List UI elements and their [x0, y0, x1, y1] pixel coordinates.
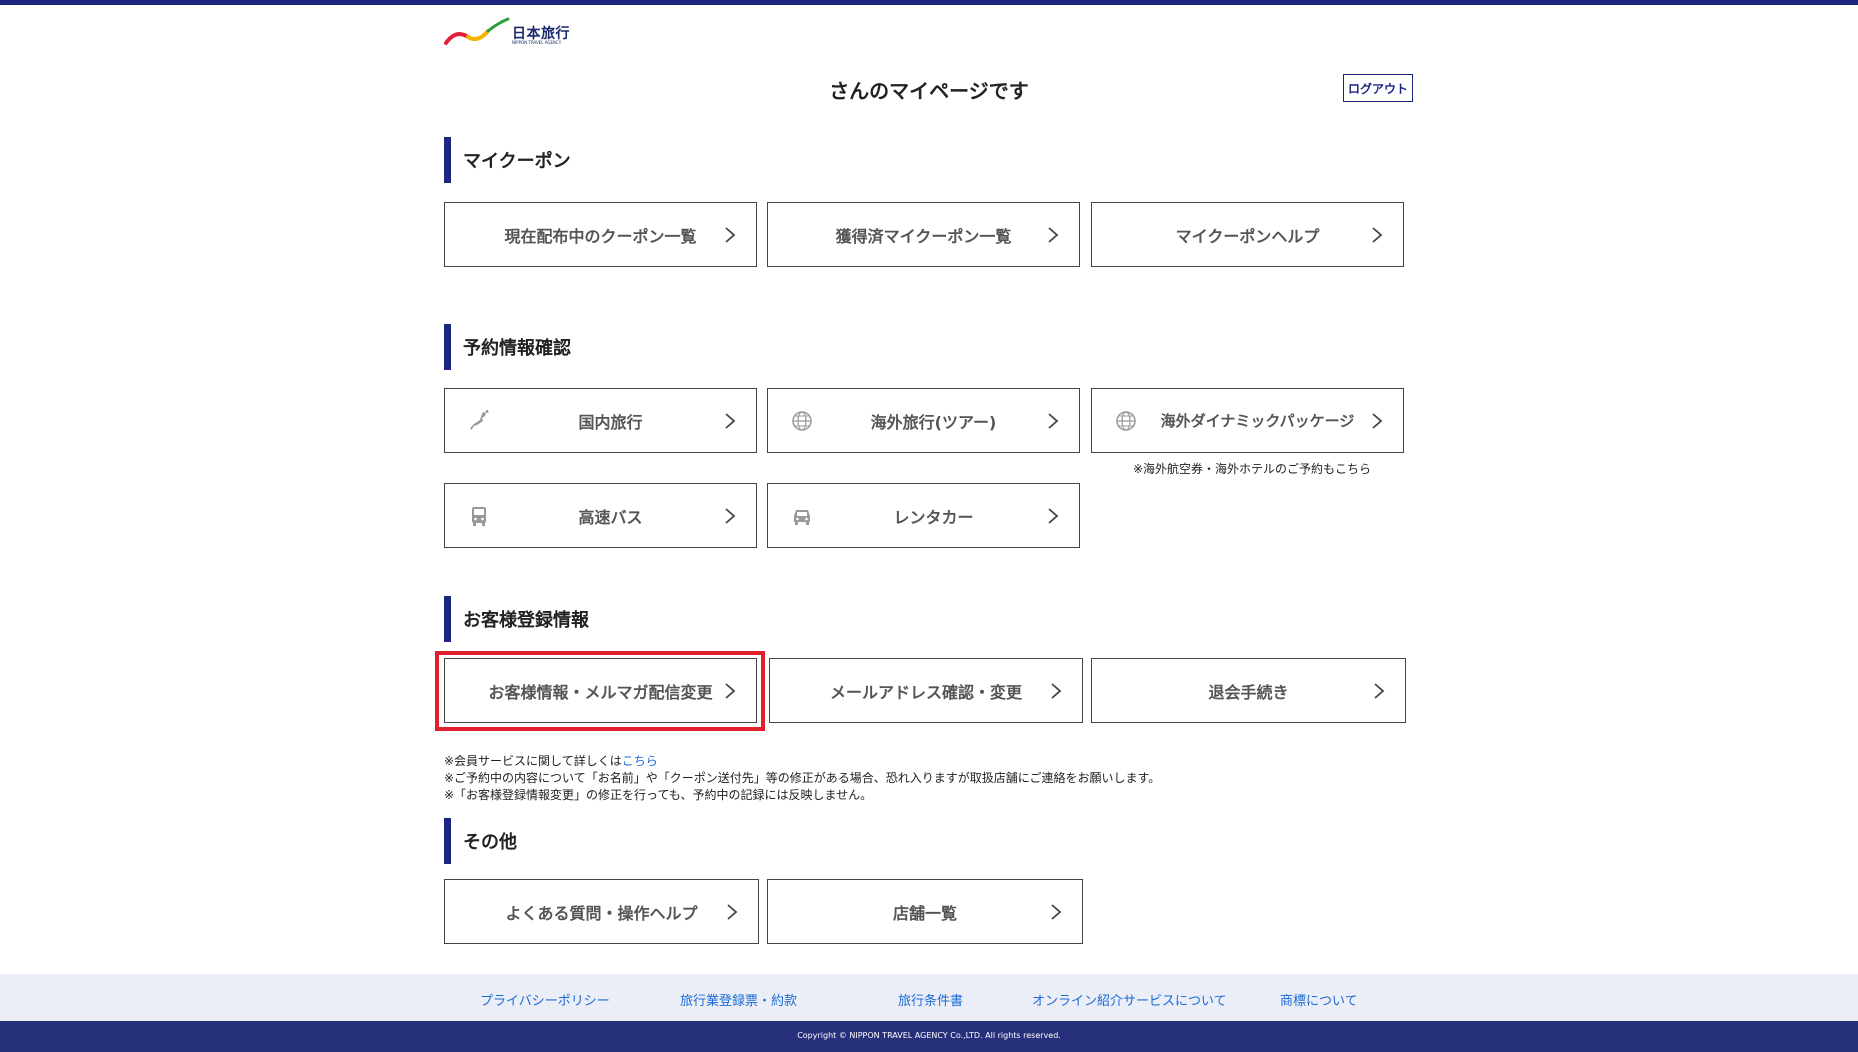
rental-car-button[interactable]: レンタカー	[767, 483, 1080, 548]
japan-map-icon	[470, 410, 489, 430]
logo-subtext: NIPPON TRAVEL AGENCY	[512, 40, 562, 45]
chevron-right-icon	[1374, 683, 1385, 699]
top-accent-bar	[0, 0, 1858, 5]
chevron-right-icon	[1048, 227, 1059, 243]
tile-label: 現在配布中のクーポン一覧	[504, 226, 697, 246]
faq-help-button[interactable]: よくある質問・操作ヘルプ	[444, 879, 759, 944]
overseas-dynamic-package-button[interactable]: 海外ダイナミックパッケージ	[1091, 388, 1404, 453]
tile-label: 海外ダイナミックパッケージ	[1160, 412, 1355, 430]
store-list-button[interactable]: 店舗一覧	[767, 879, 1083, 944]
footer-link-online-referral[interactable]: オンライン紹介サービスについて	[1032, 990, 1227, 1009]
chevron-right-icon	[1372, 413, 1383, 429]
footer-link-travel-conditions[interactable]: 旅行条件書	[898, 990, 963, 1009]
nippon-travel-logo[interactable]: 日本旅行 NIPPON TRAVEL AGENCY	[444, 17, 574, 47]
chevron-right-icon	[725, 227, 736, 243]
section-heading-coupon: マイクーポン	[444, 137, 571, 183]
note-line-3: ※「お客様登録情報変更」の修正を行っても、予約中の記録には反映しません。	[444, 788, 873, 802]
footer-links: プライバシーポリシー 旅行業登録票・約款 旅行条件書 オンライン紹介サービスにつ…	[0, 974, 1858, 1021]
chevron-right-icon	[725, 413, 736, 429]
customer-info-newsletter-button[interactable]: お客様情報・メルマガ配信変更	[444, 658, 757, 723]
copyright-bar: Copyright © NIPPON TRAVEL AGENCY Co.,LTD…	[0, 1021, 1858, 1052]
chevron-right-icon	[1051, 904, 1062, 920]
note-text: ※会員サービスに関して詳しくは	[444, 754, 622, 768]
tile-label: お客様情報・メルマガ配信変更	[488, 682, 713, 702]
logout-button[interactable]: ログアウト	[1343, 74, 1413, 102]
overseas-tour-button[interactable]: 海外旅行(ツアー)	[767, 388, 1080, 453]
note-line-1: ※会員サービスに関して詳しくはこちら	[444, 753, 1160, 770]
email-address-button[interactable]: メールアドレス確認・変更	[769, 658, 1083, 723]
footer-link-registration[interactable]: 旅行業登録票・約款	[680, 990, 797, 1009]
acquired-coupons-button[interactable]: 獲得済マイクーポン一覧	[767, 202, 1080, 267]
globe-icon	[1116, 411, 1136, 431]
page-title: さんのマイページです	[829, 79, 1029, 103]
details-link[interactable]: こちら	[622, 754, 658, 768]
note-line-2: ※ご予約中の内容について「お名前」や「クーポン送付先」等の修正がある場合、恐れ入…	[444, 771, 1161, 785]
footer-link-privacy[interactable]: プライバシーポリシー	[480, 990, 610, 1009]
tile-label: よくある質問・操作ヘルプ	[505, 903, 698, 923]
copyright-text: Copyright © NIPPON TRAVEL AGENCY Co.,LTD…	[797, 1031, 1061, 1040]
tile-label: 国内旅行	[578, 412, 643, 432]
tile-label: 高速バス	[578, 507, 643, 527]
chevron-right-icon	[725, 508, 736, 524]
chevron-right-icon	[727, 904, 738, 920]
tile-label: 海外旅行(ツアー)	[870, 412, 997, 432]
domestic-travel-button[interactable]: 国内旅行	[444, 388, 757, 453]
section-heading-reservation: 予約情報確認	[444, 324, 571, 370]
car-icon	[794, 510, 810, 525]
tile-label: メールアドレス確認・変更	[829, 682, 1022, 702]
overseas-reservation-note: ※海外航空券・海外ホテルのご予約もこちら	[1133, 462, 1372, 476]
customer-notes: ※会員サービスに関して詳しくはこちら ※ご予約中の内容について「お名前」や「クー…	[444, 753, 1160, 804]
chevron-right-icon	[1048, 413, 1059, 429]
chevron-right-icon	[1051, 683, 1062, 699]
section-heading-other: その他	[444, 818, 517, 864]
tile-label: マイクーポンヘルプ	[1175, 226, 1320, 246]
chevron-right-icon	[1048, 508, 1059, 524]
section-heading-customer: お客様登録情報	[444, 596, 589, 642]
globe-icon	[792, 411, 812, 431]
logo-swoosh-icon	[444, 17, 510, 45]
tile-label: 店舗一覧	[892, 903, 957, 923]
chevron-right-icon	[725, 683, 736, 699]
withdrawal-button[interactable]: 退会手続き	[1091, 658, 1406, 723]
tile-label: 退会手続き	[1208, 682, 1289, 702]
tile-label: レンタカー	[893, 507, 974, 527]
highway-bus-button[interactable]: 高速バス	[444, 483, 757, 548]
bus-icon	[472, 507, 486, 526]
tile-label: 獲得済マイクーポン一覧	[835, 226, 1012, 246]
footer-link-trademark[interactable]: 商標について	[1280, 990, 1358, 1009]
coupon-help-button[interactable]: マイクーポンヘルプ	[1091, 202, 1404, 267]
current-coupons-button[interactable]: 現在配布中のクーポン一覧	[444, 202, 757, 267]
chevron-right-icon	[1372, 227, 1383, 243]
